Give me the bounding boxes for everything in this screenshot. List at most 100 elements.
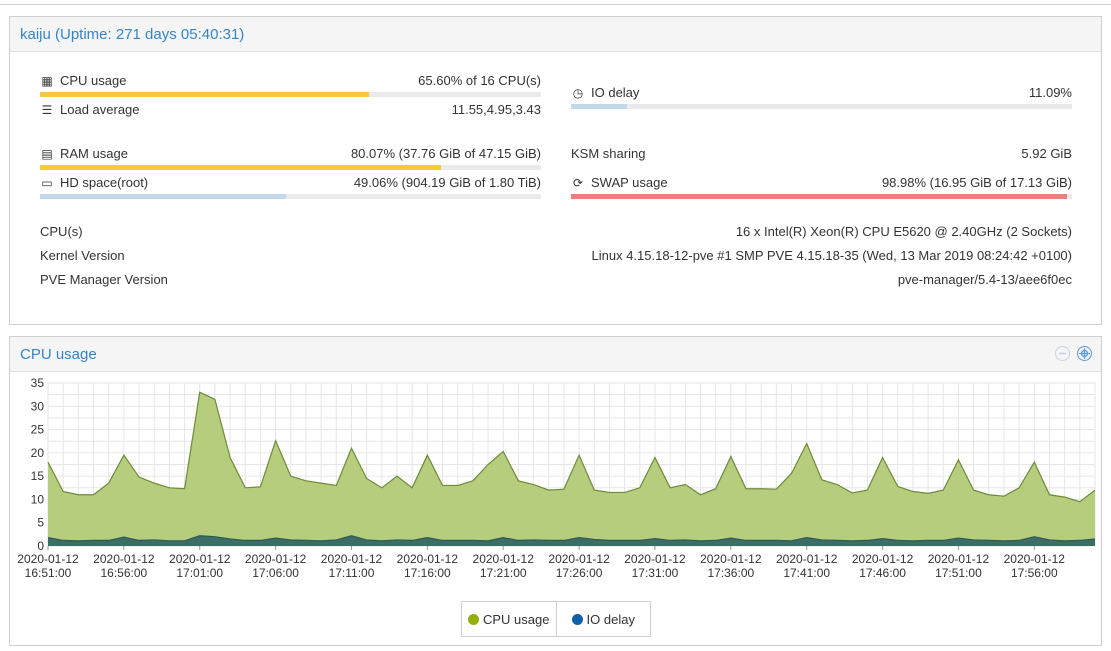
x-tick-time: 17:16:00 bbox=[404, 566, 451, 580]
clock-icon: ◷ bbox=[572, 86, 584, 100]
x-tick-date: 2020-01-12 bbox=[321, 552, 383, 566]
legend-item-cpu-usage[interactable]: CPU usage bbox=[462, 602, 556, 636]
kernel-version-row: Kernel Version Linux 4.15.18-12-pve #1 S… bbox=[40, 247, 1072, 265]
chart-legend: CPU usage IO delay bbox=[461, 601, 651, 637]
legend-dot-cpu-usage bbox=[468, 613, 479, 625]
io-delay-bar-fill bbox=[571, 104, 627, 109]
status-panel-header: kaiju (Uptime: 271 days 05:40:31) bbox=[10, 17, 1101, 52]
hd-space-row: ▭ HD space(root) 49.06% (904.19 GiB of 1.… bbox=[40, 174, 541, 192]
y-tick-label: 30 bbox=[31, 399, 45, 413]
y-tick-label: 15 bbox=[31, 469, 45, 483]
load-average-label: Load average bbox=[60, 102, 140, 117]
hd-space-bar-fill bbox=[40, 194, 286, 199]
ksm-sharing-label: KSM sharing bbox=[571, 146, 646, 161]
y-tick-label: 20 bbox=[31, 446, 45, 460]
y-tick-label: 5 bbox=[37, 516, 44, 530]
swap-usage-bar bbox=[571, 194, 1072, 199]
cpus-value: 16 x Intel(R) Xeon(R) CPU E5620 @ 2.40GH… bbox=[735, 224, 1072, 239]
io-delay-value: 11.09% bbox=[1028, 85, 1072, 100]
zoom-icon[interactable] bbox=[1077, 346, 1092, 361]
swap-usage-bar-fill bbox=[571, 194, 1067, 199]
ram-usage-label: RAM usage bbox=[60, 146, 128, 161]
legend-dot-io-delay bbox=[571, 613, 583, 625]
kernel-version-label: Kernel Version bbox=[40, 248, 125, 263]
y-tick-label: 10 bbox=[31, 492, 45, 506]
io-delay-row: ◷ IO delay 11.09% bbox=[571, 84, 1072, 102]
pve-manager-value: pve-manager/5.4-13/aee6f0ec bbox=[897, 272, 1072, 287]
x-tick-date: 2020-01-12 bbox=[93, 552, 155, 566]
hd-space-label: HD space(root) bbox=[60, 175, 149, 190]
cpu-usage-row: ▦ CPU usage 65.60% of 16 CPU(s) bbox=[40, 72, 541, 90]
x-tick-time: 16:56:00 bbox=[101, 566, 148, 580]
load-average-value: 11.55,4.95,3.43 bbox=[451, 102, 541, 117]
x-tick-date: 2020-01-12 bbox=[1004, 552, 1066, 566]
x-tick-date: 2020-01-12 bbox=[473, 552, 535, 566]
legend-label-cpu-usage: CPU usage bbox=[483, 611, 550, 627]
list-icon: ☰ bbox=[41, 103, 53, 117]
ksm-sharing-value: 5.92 GiB bbox=[1021, 146, 1072, 161]
refresh-icon: ⟳ bbox=[572, 176, 584, 190]
swap-usage-label: SWAP usage bbox=[591, 175, 668, 190]
x-tick-time: 17:56:00 bbox=[1011, 566, 1058, 580]
pve-manager-row: PVE Manager Version pve-manager/5.4-13/a… bbox=[40, 271, 1072, 289]
cpu-usage-label: CPU usage bbox=[60, 73, 127, 88]
top-divider bbox=[0, 4, 1111, 5]
swap-usage-row: ⟳ SWAP usage 98.98% (16.95 GiB of 17.13 G… bbox=[571, 174, 1072, 192]
x-tick-date: 2020-01-12 bbox=[17, 552, 79, 566]
cpus-label: CPU(s) bbox=[40, 224, 83, 239]
ram-usage-bar bbox=[40, 165, 541, 170]
legend-item-io-delay[interactable]: IO delay bbox=[555, 602, 651, 636]
io-delay-bar bbox=[571, 104, 1072, 109]
x-tick-time: 17:21:00 bbox=[480, 566, 527, 580]
x-tick-date: 2020-01-12 bbox=[776, 552, 838, 566]
pve-manager-label: PVE Manager Version bbox=[40, 272, 168, 287]
cpu-usage-bar-fill bbox=[40, 92, 369, 97]
x-tick-time: 17:51:00 bbox=[935, 566, 982, 580]
swap-usage-value: 98.98% (16.95 GiB of 17.13 GiB) bbox=[881, 175, 1072, 190]
x-tick-date: 2020-01-12 bbox=[245, 552, 307, 566]
x-tick-date: 2020-01-12 bbox=[397, 552, 459, 566]
x-tick-time: 17:31:00 bbox=[632, 566, 679, 580]
legend-label-io-delay: IO delay bbox=[586, 611, 635, 627]
hd-space-value: 49.06% (904.19 GiB of 1.80 TiB) bbox=[353, 175, 541, 190]
y-tick-label: 35 bbox=[31, 376, 45, 390]
x-tick-time: 17:26:00 bbox=[556, 566, 603, 580]
x-tick-date: 2020-01-12 bbox=[852, 552, 914, 566]
cpu-usage-value: 65.60% of 16 CPU(s) bbox=[418, 73, 541, 88]
load-average-row: ☰ Load average 11.55,4.95,3.43 bbox=[40, 101, 541, 119]
x-tick-time: 17:06:00 bbox=[252, 566, 299, 580]
cpu-usage-bar bbox=[40, 92, 541, 97]
x-tick-time: 17:11:00 bbox=[329, 566, 375, 580]
cpu-usage-chart-panel: CPU usage 0 5 10 15 20 25 30 35 2020-01-12 16:51… bbox=[9, 336, 1102, 646]
chart-panel-header: CPU usage bbox=[10, 337, 1101, 372]
x-tick-date: 2020-01-12 bbox=[624, 552, 686, 566]
restore-zoom-icon[interactable] bbox=[1055, 346, 1071, 361]
x-tick-date: 2020-01-12 bbox=[700, 552, 762, 566]
hd-space-bar bbox=[40, 194, 541, 199]
y-tick-label: 0 bbox=[37, 539, 44, 553]
kernel-version-value: Linux 4.15.18-12-pve #1 SMP PVE 4.15.18-… bbox=[591, 248, 1072, 263]
node-status-title: kaiju (Uptime: 271 days 05:40:31) bbox=[20, 26, 245, 43]
x-tick-time: 17:46:00 bbox=[859, 566, 906, 580]
y-tick-label: 25 bbox=[31, 423, 45, 437]
io-delay-label: IO delay bbox=[591, 85, 640, 100]
ram-usage-row: ▤ RAM usage 80.07% (37.76 GiB of 47.15 Gi… bbox=[40, 145, 541, 163]
x-tick-time: 16:51:00 bbox=[25, 566, 72, 580]
x-tick-time: 17:01:00 bbox=[176, 566, 223, 580]
chip-icon: ▦ bbox=[41, 74, 53, 88]
chart-panel-title: CPU usage bbox=[20, 346, 97, 363]
cpus-row: CPU(s) 16 x Intel(R) Xeon(R) CPU E5620 @… bbox=[40, 223, 1072, 241]
hdd-icon: ▭ bbox=[41, 176, 53, 190]
x-tick-date: 2020-01-12 bbox=[169, 552, 231, 566]
x-tick-time: 17:41:00 bbox=[783, 566, 830, 580]
ksm-sharing-row: KSM sharing 5.92 GiB bbox=[571, 145, 1072, 163]
x-tick-time: 17:36:00 bbox=[707, 566, 754, 580]
node-status-panel: kaiju (Uptime: 271 days 05:40:31) ▦ CPU u… bbox=[9, 16, 1102, 325]
chart-tools bbox=[1052, 346, 1092, 364]
memory-icon: ▤ bbox=[41, 147, 53, 161]
ram-usage-bar-fill bbox=[40, 165, 442, 170]
x-tick-date: 2020-01-12 bbox=[548, 552, 610, 566]
ram-usage-value: 80.07% (37.76 GiB of 47.15 GiB) bbox=[350, 146, 541, 161]
cpu-usage-chart[interactable]: 05101520253035 2020-01-1216:51:002020-01… bbox=[10, 372, 1101, 598]
x-tick-date: 2020-01-12 bbox=[928, 552, 990, 566]
